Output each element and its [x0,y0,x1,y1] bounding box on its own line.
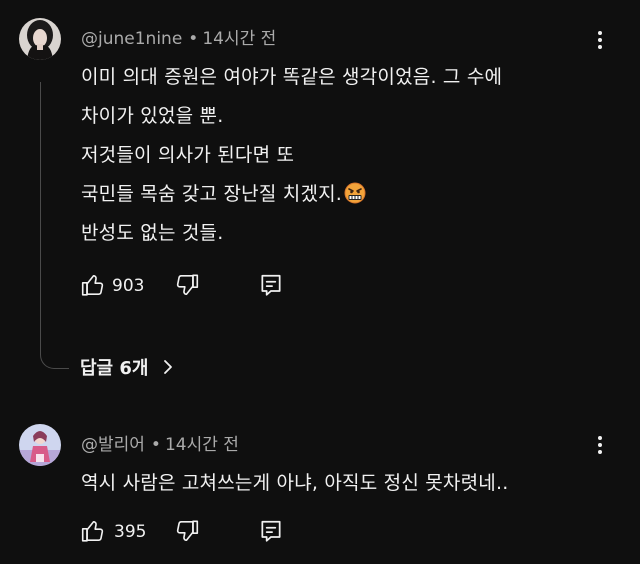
more-vert-icon-dot [598,450,602,454]
reply-button[interactable] [258,518,284,544]
timestamp[interactable]: 14시간 전 [165,435,239,455]
author-name[interactable]: @발리어 [81,435,145,455]
like-count: 395 [114,522,147,542]
more-actions-button[interactable] [590,430,610,460]
comment-thread-2: @발리어 • 14시간 전 역시 사람은 고쳐쓰는게 아냐, 아직도 정신 못차렷네… [0,0,640,564]
thumbs-down-icon [176,520,199,542]
dislike-button[interactable] [174,518,200,544]
comment-text-line: 역시 사람은 고쳐쓰는게 아냐, 아직도 정신 못차렷네.. [81,472,509,494]
comment-header: @발리어 • 14시간 전 [81,430,239,455]
avatar[interactable] [19,424,61,466]
reply-icon [261,520,281,542]
more-vert-icon-dot [598,443,602,447]
more-vert-icon [598,436,602,440]
like-button[interactable] [80,518,106,544]
thumbs-up-icon [81,520,104,542]
separator-dot: • [150,435,161,455]
